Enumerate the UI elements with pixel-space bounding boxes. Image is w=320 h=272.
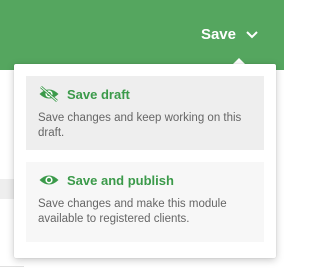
save-draft-option[interactable]: Save draft Save changes and keep working… (26, 76, 264, 150)
save-menu-button[interactable]: Save (201, 26, 259, 43)
eye-icon (39, 175, 59, 185)
save-label: Save (200, 26, 236, 43)
save-dropdown-menu: Save draft Save changes and keep working… (14, 64, 276, 258)
save-and-publish-title: Save and publish (67, 172, 174, 188)
chevron-down-icon (246, 30, 258, 38)
save-draft-description: Save changes and keep working on this dr… (38, 112, 242, 139)
save-draft-title: Save draft (67, 86, 130, 102)
eye-off-icon (39, 86, 59, 102)
save-and-publish-description: Save changes and make this module availa… (38, 198, 227, 225)
save-and-publish-option[interactable]: Save and publish Save changes and make t… (26, 162, 264, 242)
background-divider (0, 266, 24, 267)
